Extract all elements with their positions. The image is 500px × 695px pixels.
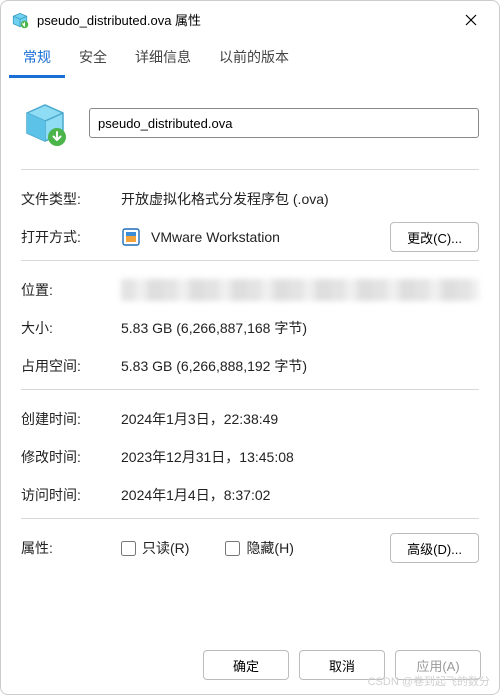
readonly-checkbox[interactable] [121, 541, 136, 556]
size-value: 5.83 GB (6,266,887,168 字节) [121, 318, 479, 338]
apply-button[interactable]: 应用(A) [395, 650, 481, 680]
openwith-label: 打开方式: [21, 227, 121, 247]
modified-value: 2023年12月31日，13:45:08 [121, 447, 479, 467]
tab-security[interactable]: 安全 [65, 39, 121, 78]
advanced-button[interactable]: 高级(D)... [390, 533, 479, 563]
tab-details[interactable]: 详细信息 [121, 39, 205, 78]
tab-previous-versions[interactable]: 以前的版本 [205, 39, 303, 78]
close-button[interactable] [455, 4, 487, 36]
titlebar: pseudo_distributed.ova 属性 [1, 1, 499, 39]
created-value: 2024年1月3日，22:38:49 [121, 409, 479, 429]
ok-button[interactable]: 确定 [203, 650, 289, 680]
window-title: pseudo_distributed.ova 属性 [37, 10, 455, 29]
filetype-value: 开放虚拟化格式分发程序包 (.ova) [121, 189, 479, 209]
separator [21, 518, 479, 519]
accessed-value: 2024年1月4日，8:37:02 [121, 485, 479, 505]
readonly-label: 只读(R) [142, 538, 189, 558]
location-redacted [121, 279, 479, 301]
tab-general[interactable]: 常规 [9, 39, 65, 78]
location-value [121, 279, 479, 301]
close-icon [465, 14, 477, 26]
separator [21, 389, 479, 390]
readonly-checkbox-wrap[interactable]: 只读(R) [121, 538, 189, 558]
hidden-checkbox[interactable] [225, 541, 240, 556]
change-button[interactable]: 更改(C)... [390, 222, 479, 252]
filetype-label: 文件类型: [21, 189, 121, 209]
accessed-label: 访问时间: [21, 485, 121, 505]
created-label: 创建时间: [21, 409, 121, 429]
vmware-icon [121, 227, 141, 247]
disk-label: 占用空间: [21, 356, 121, 376]
tab-strip: 常规 安全 详细信息 以前的版本 [1, 39, 499, 79]
separator [21, 260, 479, 261]
location-label: 位置: [21, 280, 121, 300]
modified-label: 修改时间: [21, 447, 121, 467]
dialog-footer: 确定 取消 应用(A) [1, 636, 499, 694]
hidden-label: 隐藏(H) [246, 538, 293, 558]
hidden-checkbox-wrap[interactable]: 隐藏(H) [225, 538, 293, 558]
size-label: 大小: [21, 318, 121, 338]
package-icon [21, 99, 69, 147]
properties-dialog: pseudo_distributed.ova 属性 常规 安全 详细信息 以前的… [0, 0, 500, 695]
filename-input[interactable] [89, 108, 479, 138]
cancel-button[interactable]: 取消 [299, 650, 385, 680]
tab-content-general: 文件类型: 开放虚拟化格式分发程序包 (.ova) 打开方式: VMware W… [1, 79, 499, 636]
attributes-label: 属性: [21, 538, 121, 558]
separator [21, 169, 479, 170]
openwith-app: VMware Workstation [151, 229, 380, 245]
disk-value: 5.83 GB (6,266,888,192 字节) [121, 356, 479, 376]
box-icon [11, 11, 29, 29]
